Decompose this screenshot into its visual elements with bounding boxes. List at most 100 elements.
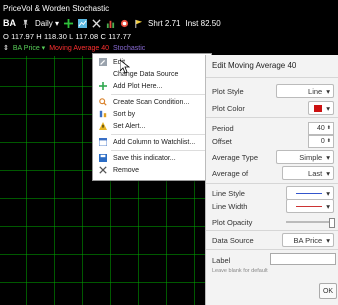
chevron-down-icon: ▾ (326, 201, 330, 211)
chart-toolbar: BA Daily ▾ Shrt 2.71 Inst 82.50 (3, 16, 221, 30)
add-plot-icon (99, 82, 107, 90)
blank-icon (99, 70, 107, 78)
stepper-icon: ⬍ (326, 138, 331, 144)
offset-value: 0 (320, 137, 325, 145)
plot-color-picker[interactable]: ▾ (308, 101, 334, 115)
ohlc-readout: O 117.97 H 118.30 L 117.08 C 117.77 (3, 32, 132, 41)
menu-label: Sort by (113, 110, 136, 118)
menu-item-edit[interactable]: Edit (93, 56, 211, 68)
plot-opacity-slider[interactable] (286, 218, 335, 228)
label-hint: Leave blank for default (212, 268, 268, 274)
menu-item-change-data-source[interactable]: Change Data Source (93, 68, 211, 80)
line-sample (296, 192, 323, 194)
label-caption: Label (212, 256, 231, 265)
volume-icon[interactable] (106, 19, 115, 28)
menu-item-remove[interactable]: Remove (93, 164, 211, 176)
tools-icon[interactable] (92, 18, 101, 28)
add-icon[interactable] (64, 18, 74, 28)
average-of-value: Last (308, 168, 323, 178)
chevron-down-icon: ▾ (326, 152, 330, 162)
menu-item-sort-by[interactable]: Sort by (93, 108, 211, 120)
chart-header: PriceVol & Worden Stochastic BA Daily ▾ … (0, 0, 338, 56)
line-style-select[interactable]: ▾ (286, 186, 334, 200)
average-of-select[interactable]: Last ▾ (282, 166, 334, 180)
data-source-select[interactable]: BA Price ▾ (282, 233, 334, 247)
panel-divider (206, 249, 338, 250)
line-width-row: Line Width ▾ (212, 199, 334, 213)
period-stepper[interactable]: 40 ⬍ (308, 121, 334, 135)
institutional: Inst 82.50 (185, 18, 221, 28)
menu-label: Create Scan Condition... (113, 98, 190, 106)
legend-arrow-icon: ⇕ (3, 45, 9, 52)
plot-color-row: Plot Color ▾ (212, 101, 334, 115)
line-sample (296, 205, 323, 207)
menu-separator (111, 94, 207, 95)
legend-price[interactable]: BA Price ▾ (13, 44, 45, 52)
menu-label: Add Column to Watchlist... (113, 138, 196, 146)
menu-item-add-column-watchlist[interactable]: Add Column to Watchlist... (93, 136, 211, 148)
average-type-label: Average Type (212, 152, 259, 162)
panel-divider (206, 230, 338, 231)
stepper-icon: ⬍ (326, 125, 331, 131)
average-type-select[interactable]: Simple ▾ (276, 150, 334, 164)
menu-label: Add Plot Here... (113, 82, 163, 90)
save-icon (99, 154, 107, 162)
chevron-down-icon: ▾ (326, 235, 330, 245)
slider-thumb[interactable] (329, 218, 335, 228)
legend-stochastic[interactable]: Stochastic (113, 45, 145, 52)
offset-row: Offset 0 ⬍ (212, 134, 334, 148)
menu-item-save-indicator[interactable]: Save this indicator... (93, 152, 211, 164)
period-row: Period 40 ⬍ (212, 121, 334, 135)
legend-price-label: BA Price (12, 45, 40, 52)
plot-opacity-label: Plot Opacity (212, 217, 253, 227)
offset-stepper[interactable]: 0 ⬍ (308, 134, 334, 148)
edit-icon (99, 58, 107, 66)
pin-icon[interactable] (21, 19, 30, 28)
average-of-label: Average of (212, 168, 249, 178)
menu-item-add-plot[interactable]: Add Plot Here... (93, 80, 211, 92)
data-source-value: BA Price (293, 235, 323, 245)
watchlist-icon (99, 138, 107, 146)
period-label: Period (212, 123, 234, 133)
panel-divider (206, 183, 338, 184)
scan-icon (99, 98, 107, 106)
chevron-down-icon: ▾ (326, 188, 330, 198)
period-value: 40 (317, 124, 325, 132)
average-type-row: Average Type Simple ▾ (212, 150, 334, 164)
remove-icon (99, 166, 107, 174)
menu-separator (111, 134, 207, 135)
plot-legend: ⇕ BA Price ▾ Moving Average 40 Stochasti… (3, 44, 145, 53)
chart-title: PriceVol & Worden Stochastic (3, 4, 110, 13)
sort-icon (99, 110, 107, 118)
line-style-row: Line Style ▾ (212, 186, 334, 200)
alert-target-icon[interactable] (120, 19, 129, 28)
symbol-label[interactable]: BA (3, 18, 16, 28)
context-menu: Edit Change Data Source Add Plot Here...… (92, 53, 212, 181)
panel-divider (206, 117, 338, 118)
plot-opacity-row: Plot Opacity (212, 215, 335, 229)
cursor-icon (120, 60, 130, 74)
panel-divider (206, 77, 338, 78)
chart-type-icon[interactable] (78, 18, 88, 28)
data-source-row: Data Source BA Price ▾ (212, 233, 334, 247)
chevron-down-icon: ▾ (326, 168, 330, 178)
average-of-row: Average of Last ▾ (212, 166, 334, 180)
plot-color-label: Plot Color (212, 103, 245, 113)
plot-style-row: Plot Style Line ▾ (212, 84, 334, 98)
menu-label: Remove (113, 166, 140, 174)
menu-item-create-scan[interactable]: Create Scan Condition... (93, 96, 211, 108)
plot-style-select[interactable]: Line ▾ (276, 84, 334, 98)
legend-moving-average[interactable]: Moving Average 40 (49, 45, 109, 52)
label-input[interactable] (270, 253, 336, 265)
average-type-value: Simple (299, 152, 323, 162)
line-width-select[interactable]: ▾ (286, 199, 334, 213)
period-selector[interactable]: Daily ▾ (35, 19, 59, 28)
menu-item-set-alert[interactable]: Set Alert... (93, 120, 211, 132)
period-label: Daily (35, 18, 53, 28)
alert-icon (99, 122, 107, 130)
plot-style-label: Plot Style (212, 86, 244, 96)
flag-icon[interactable] (134, 19, 143, 28)
line-width-label: Line Width (212, 201, 248, 211)
line-style-label: Line Style (212, 188, 245, 198)
ok-button[interactable]: OK (319, 283, 337, 299)
